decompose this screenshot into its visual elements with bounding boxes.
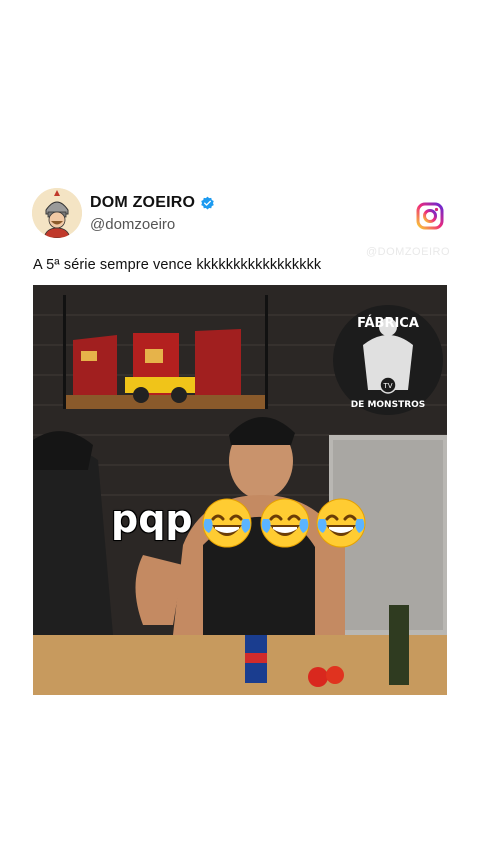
name-row: DOM ZOEIRO xyxy=(90,194,215,212)
laughing-crying-emoji xyxy=(316,498,366,548)
watermark: @DOMZOEIRO xyxy=(366,246,450,258)
post-caption: A 5ª série sempre vence kkkkkkkkkkkkkkkk… xyxy=(33,257,322,273)
logo-top-text: FÁBRICA xyxy=(357,315,419,331)
verified-badge-icon xyxy=(201,196,214,209)
handle[interactable]: @domzoeiro xyxy=(90,216,175,233)
logo-mid-text: TV xyxy=(382,382,392,390)
display-name[interactable]: DOM ZOEIRO xyxy=(90,194,195,212)
overlay-caption: pqp xyxy=(111,497,193,541)
laughing-crying-emoji xyxy=(202,498,252,548)
post-header: DOM ZOEIRO @domzoeiro xyxy=(32,188,448,240)
instagram-icon[interactable] xyxy=(416,202,444,230)
video-frame[interactable]: FÁBRICA TV DE MONSTROS pqp xyxy=(33,285,447,695)
avatar[interactable] xyxy=(32,188,82,238)
laughing-crying-emoji xyxy=(260,498,310,548)
laughing-emoji-group xyxy=(202,498,366,548)
video-scene: FÁBRICA TV DE MONSTROS xyxy=(33,285,447,695)
logo-bottom-text: DE MONSTROS xyxy=(351,400,426,410)
avatar-illustration xyxy=(32,188,82,238)
